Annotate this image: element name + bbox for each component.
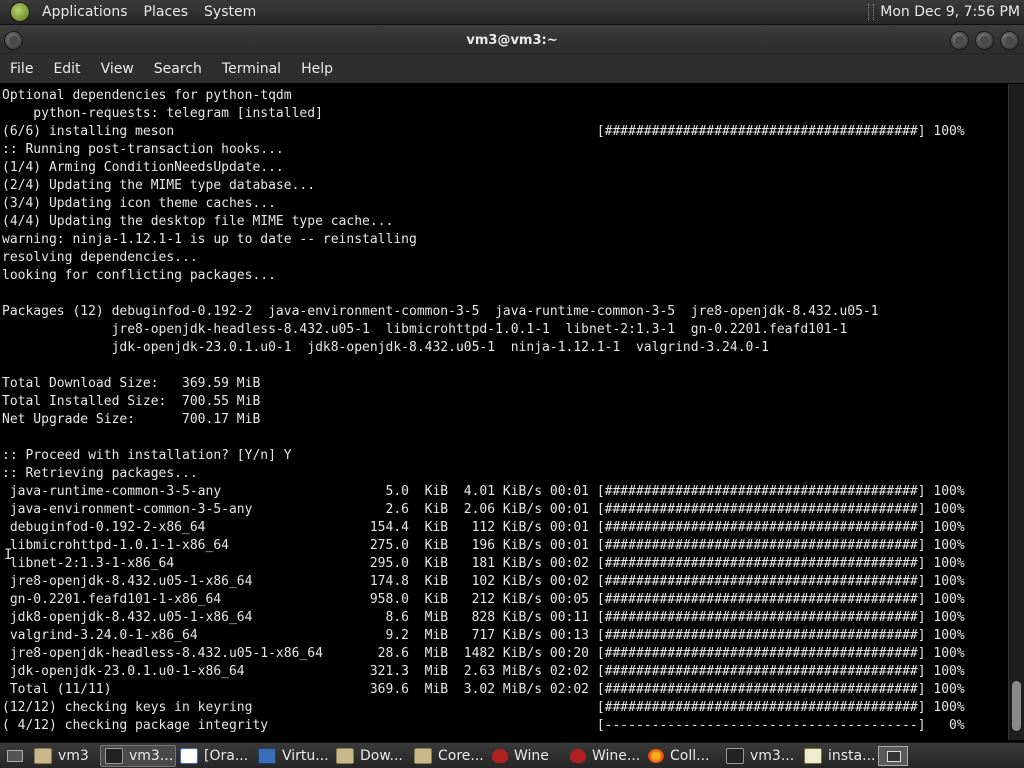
terminal-icon (726, 747, 744, 764)
menu-view[interactable]: View (91, 61, 144, 77)
task-virtualbox[interactable]: Virtu... (254, 745, 332, 767)
workspace-switcher[interactable] (878, 745, 908, 766)
distro-logo-icon[interactable] (10, 2, 30, 22)
menu-file[interactable]: File (0, 61, 43, 77)
task-label: Wine (514, 747, 549, 764)
folder-icon (34, 747, 52, 764)
task-wine[interactable]: Wine (488, 745, 566, 767)
panel-handle-icon[interactable] (868, 4, 875, 20)
wine-icon (492, 748, 508, 763)
task-vm3-folder[interactable]: vm3 (30, 745, 100, 767)
task-downloads[interactable]: Dow... (332, 745, 410, 767)
menu-search[interactable]: Search (144, 61, 212, 77)
taskbar: vm3 vm3... [Ora... Virtu... Dow... Core.… (0, 742, 1024, 768)
task-label: Dow... (360, 747, 403, 764)
task-label: [Ora... (204, 747, 249, 764)
oracle-icon (180, 747, 198, 764)
firefox-icon (648, 748, 664, 763)
task-label: vm3... (129, 747, 174, 764)
scrollbar-thumb[interactable] (1012, 681, 1021, 731)
terminal-icon (105, 747, 123, 764)
task-wine-2[interactable]: Wine... (566, 745, 644, 767)
menu-terminal[interactable]: Terminal (212, 61, 291, 77)
text-editor-icon (804, 747, 822, 764)
clock[interactable]: Mon Dec 9, 7:56 PM (880, 4, 1020, 20)
menu-edit[interactable]: Edit (43, 61, 90, 77)
task-label: insta... (828, 747, 874, 764)
folder-icon (414, 747, 432, 764)
task-label: Core... (438, 747, 484, 764)
task-label: Virtu... (282, 747, 329, 764)
task-oracle[interactable]: [Ora... (176, 745, 254, 767)
desktop-icon (7, 749, 23, 762)
show-desktop-button[interactable] (4, 747, 26, 765)
task-label: vm3... (750, 747, 795, 764)
task-label: Wine... (592, 747, 641, 764)
applications-menu[interactable]: Applications (34, 4, 136, 20)
minimize-button[interactable] (950, 31, 969, 50)
places-menu[interactable]: Places (136, 4, 197, 20)
top-panel: Applications Places System Mon Dec 9, 7:… (0, 0, 1024, 25)
task-vm3-terminal-active[interactable]: vm3... (100, 744, 176, 767)
window-menu-button[interactable] (4, 31, 23, 50)
task-label: Coll... (670, 747, 710, 764)
folder-icon (336, 747, 354, 764)
task-vm3-terminal-2[interactable]: vm3... (722, 745, 800, 767)
task-core-folder[interactable]: Core... (410, 745, 488, 767)
terminal-scrollbar[interactable] (1008, 84, 1024, 740)
system-menu[interactable]: System (196, 4, 264, 20)
task-firefox[interactable]: Coll... (644, 745, 722, 767)
window-titlebar[interactable]: vm3@vm3:~ (0, 25, 1024, 55)
virtualbox-icon (258, 747, 276, 764)
text-cursor-icon: I (4, 547, 12, 563)
workspace-window-icon (887, 750, 901, 762)
menubar: File Edit View Search Terminal Help (0, 55, 1024, 83)
window-title: vm3@vm3:~ (466, 32, 558, 48)
wine-icon (570, 748, 586, 763)
terminal-output[interactable]: Optional dependencies for python-tqdm py… (0, 84, 1008, 740)
terminal-text: Optional dependencies for python-tqdm py… (2, 88, 965, 733)
task-label: vm3 (58, 747, 89, 764)
menu-help[interactable]: Help (291, 61, 343, 77)
close-button[interactable] (1000, 31, 1019, 50)
task-text-editor[interactable]: insta... (800, 745, 874, 767)
maximize-button[interactable] (975, 31, 994, 50)
